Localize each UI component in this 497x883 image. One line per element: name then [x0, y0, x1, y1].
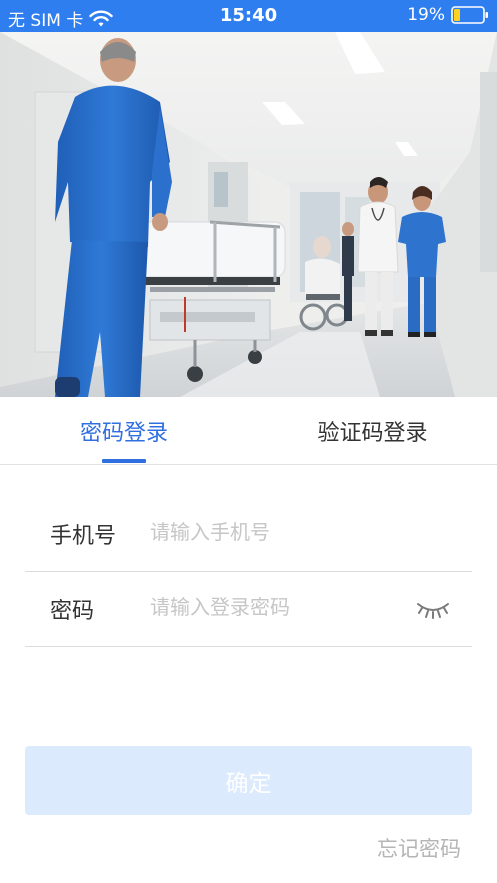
phone-label: 手机号: [50, 524, 117, 549]
eye-closed-icon[interactable]: [416, 598, 450, 620]
forgot-password-link[interactable]: 忘记密码: [377, 833, 461, 863]
password-label: 密码: [50, 599, 95, 624]
phone-row: 手机号: [25, 497, 472, 572]
tab-password-login[interactable]: 密码登录: [0, 415, 248, 447]
password-input[interactable]: [150, 590, 410, 624]
hospital-corridor-photo: [0, 32, 497, 397]
password-row: 密码: [25, 572, 472, 647]
login-tabs: 密码登录 验证码登录: [0, 397, 497, 465]
phone-input[interactable]: [150, 515, 410, 549]
battery-icon: [451, 6, 488, 24]
tab-code-login[interactable]: 验证码登录: [248, 415, 497, 447]
confirm-button[interactable]: 确定: [25, 746, 472, 815]
active-tab-indicator: [102, 459, 146, 463]
hero-image: [0, 32, 497, 397]
status-bar: 无 SIM 卡 15:40 19%: [0, 0, 497, 32]
battery-percent: 19%: [407, 5, 445, 25]
status-right: 19%: [407, 5, 489, 25]
